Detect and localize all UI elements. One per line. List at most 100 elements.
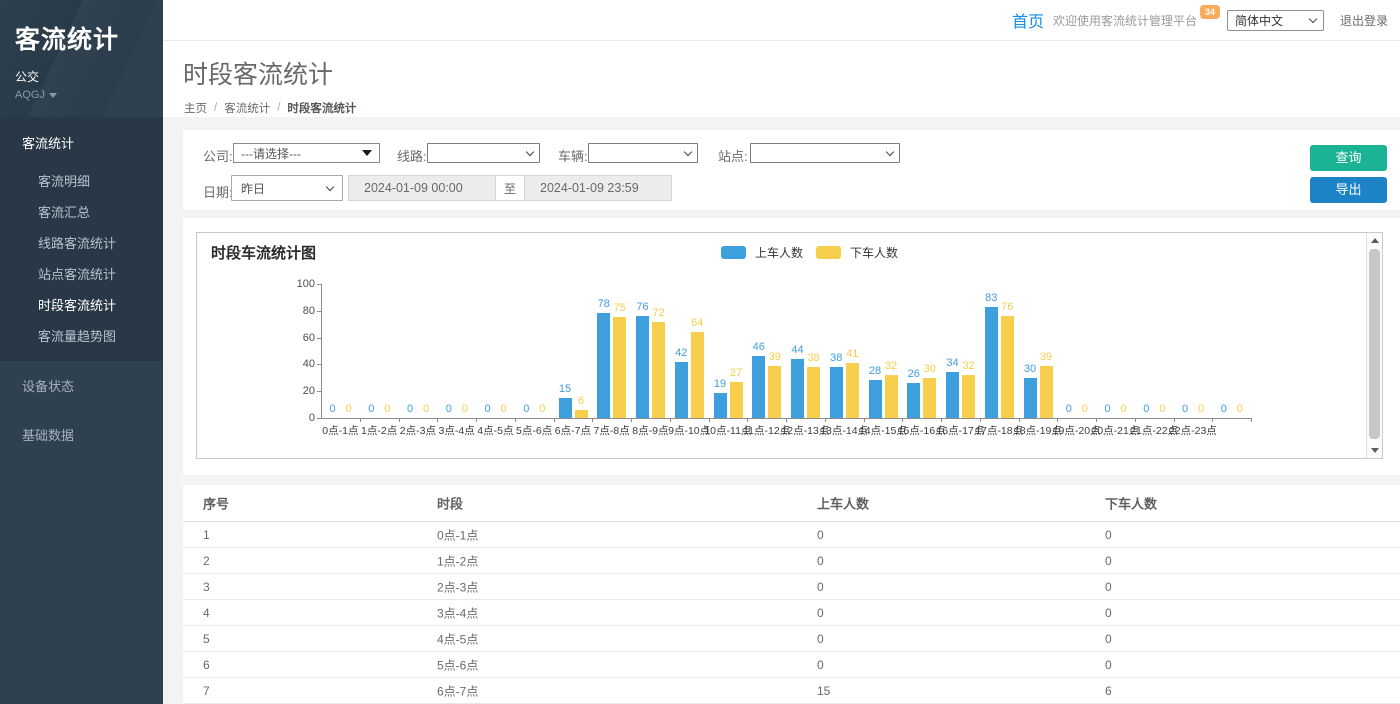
x-axis-tick (1251, 418, 1252, 422)
chart-bar-value: 0 (529, 403, 555, 415)
vehicle-select[interactable] (588, 143, 698, 163)
sidebar-section-header[interactable]: 客流统计 (0, 117, 163, 165)
chevron-down-icon (526, 147, 534, 155)
scrollbar-thumb[interactable] (1369, 249, 1380, 439)
station-label: 站点: (718, 146, 748, 165)
page-heading: 时段客流统计 主页/客流统计/时段客流统计 (163, 41, 1400, 117)
table-row: 21点-2点00 (183, 548, 1400, 574)
breadcrumb: 主页/客流统计/时段客流统计 (184, 100, 1400, 116)
chart-bar (830, 367, 843, 418)
x-axis-tick (941, 418, 942, 422)
date-preset-value: 昨日 (241, 180, 265, 197)
table-cell: 6 (203, 658, 210, 672)
x-axis-tick (515, 418, 516, 422)
query-button[interactable]: 查询 (1310, 145, 1387, 171)
y-axis-line (321, 284, 322, 418)
x-axis-tick (980, 418, 981, 422)
x-axis-tick (786, 418, 787, 422)
chart-bar (768, 366, 781, 418)
chart-bar-value: 72 (646, 307, 672, 319)
chart-bar (636, 316, 649, 418)
sidebar-item-设备状态[interactable]: 设备状态 (0, 361, 163, 410)
table-cell: 0 (1105, 580, 1112, 594)
line-select[interactable] (427, 143, 540, 163)
chart-bar (714, 393, 727, 418)
y-axis-tick-label: 60 (279, 332, 315, 344)
x-axis-tick (670, 418, 671, 422)
chart-bar-value: 32 (956, 360, 982, 372)
date-label: 日期: (203, 182, 233, 201)
table-cell: 3点-4点 (437, 604, 478, 621)
table-cell: 0 (817, 632, 824, 646)
app-logo-title: 客流统计 (15, 20, 163, 56)
table-row: 65点-6点00 (183, 652, 1400, 678)
chart-scrollbar[interactable] (1366, 233, 1382, 458)
chart-bar (885, 375, 898, 418)
chart-panel: 时段车流统计图 上车人数下车人数 020406080100000点-1点001点… (183, 218, 1400, 475)
station-select[interactable] (750, 143, 900, 163)
x-axis-tick (1019, 418, 1020, 422)
export-button[interactable]: 导出 (1310, 177, 1387, 203)
table-cell: 2 (203, 554, 210, 568)
chart-bar (613, 317, 626, 418)
sidebar-item-时段客流统计[interactable]: 时段客流统计 (0, 289, 163, 320)
chart-bar-value: 27 (723, 367, 749, 379)
language-select[interactable]: 简体中文 (1227, 10, 1324, 31)
breadcrumb-item[interactable]: 主页 (184, 100, 207, 116)
chart-bar (652, 322, 665, 418)
sidebar-item-客流量趋势图[interactable]: 客流量趋势图 (0, 320, 163, 351)
table-row: 43点-4点00 (183, 600, 1400, 626)
triangle-down-icon (1371, 448, 1379, 453)
sidebar-item-站点客流统计[interactable]: 站点客流统计 (0, 258, 163, 289)
table-row: 54点-5点00 (183, 626, 1400, 652)
y-axis-tick-label: 80 (279, 305, 315, 317)
y-axis-tick-label: 20 (279, 385, 315, 397)
x-axis-tick (1057, 418, 1058, 422)
table-cell: 0 (817, 554, 824, 568)
welcome-text: 欢迎使用客流统计管理平台 (1053, 12, 1197, 29)
data-table: 序号时段上车人数下车人数10点-1点0021点-2点0032点-3点0043点-… (183, 485, 1400, 704)
chart-bar-value: 39 (1033, 351, 1059, 363)
table-cell: 0 (1105, 554, 1112, 568)
chart-bar (985, 307, 998, 418)
x-axis-tick (592, 418, 593, 422)
chart-bar (846, 363, 859, 418)
chart-plot-area: 020406080100000点-1点001点-2点002点-3点003点-4点… (197, 233, 1367, 458)
language-select-value: 简体中文 (1235, 12, 1283, 29)
notification-badge: 34 (1200, 5, 1220, 19)
x-axis-tick (1135, 418, 1136, 422)
x-axis-tick (1096, 418, 1097, 422)
chart-bar (869, 380, 882, 418)
sidebar-item-客流明细[interactable]: 客流明细 (0, 165, 163, 196)
sidebar-other-items: 设备状态基础数据 (0, 361, 163, 459)
date-end-input[interactable]: 2024-01-09 23:59 (524, 175, 672, 201)
chart-bar (962, 375, 975, 418)
table-cell: 0 (1105, 606, 1112, 620)
sidebar-item-客流汇总[interactable]: 客流汇总 (0, 196, 163, 227)
table-cell: 4 (203, 606, 210, 620)
x-axis-tick (1174, 418, 1175, 422)
date-preset-select[interactable]: 昨日 (231, 175, 343, 201)
org-name: 公交 (15, 68, 163, 85)
table-row: 76点-7点156 (183, 678, 1400, 704)
chart-bar (1040, 366, 1053, 418)
company-select[interactable]: ---请选择--- (233, 143, 380, 163)
sidebar-item-线路客流统计[interactable]: 线路客流统计 (0, 227, 163, 258)
date-start-input[interactable]: 2024-01-09 00:00 (348, 175, 496, 201)
chart-bar (752, 356, 765, 418)
date-range-separator: 至 (496, 175, 524, 201)
home-link[interactable]: 首页 (1012, 8, 1044, 32)
company-label: 公司: (203, 146, 233, 165)
org-code-dropdown[interactable]: AQGJ (15, 89, 163, 101)
chart-bar (807, 367, 820, 418)
table-cell: 1 (203, 528, 210, 542)
x-axis-tick (360, 418, 361, 422)
sidebar-section-passenger-stats: 客流统计 客流明细客流汇总线路客流统计站点客流统计时段客流统计客流量趋势图 (0, 117, 163, 361)
scroll-down-button[interactable] (1367, 443, 1382, 458)
logout-link[interactable]: 退出登录 (1340, 12, 1388, 29)
scroll-up-button[interactable] (1367, 233, 1382, 248)
chart-bar (597, 313, 610, 418)
x-axis-tick (747, 418, 748, 422)
sidebar-item-基础数据[interactable]: 基础数据 (0, 410, 163, 459)
breadcrumb-item[interactable]: 客流统计 (224, 100, 270, 116)
